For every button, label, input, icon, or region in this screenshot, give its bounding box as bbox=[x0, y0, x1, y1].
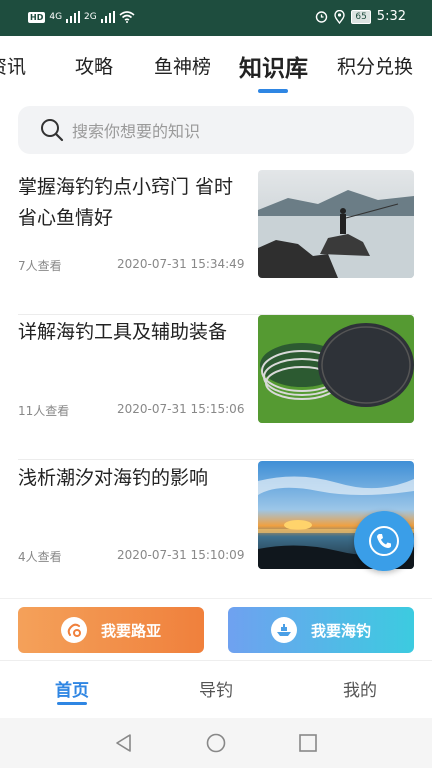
hd-badge: HD bbox=[28, 11, 46, 23]
article-thumbnail-fishing-gear bbox=[258, 315, 414, 423]
search-icon bbox=[41, 119, 64, 142]
system-nav-bar bbox=[0, 718, 432, 768]
action-bar: 我要路亚 我要海钓 bbox=[0, 598, 432, 660]
location-icon bbox=[334, 9, 346, 24]
article-thumbnail-coast-angler bbox=[258, 170, 414, 278]
article-item[interactable]: 掌握海钓钓点小窍门 省时省心鱼情好 7人查看 2020-07-31 15:34:… bbox=[0, 170, 432, 315]
bottom-nav: 首页 导钓 我的 bbox=[0, 660, 432, 718]
article-item[interactable]: 详解海钓工具及辅助装备 11人查看 2020-07-31 15:15:06 bbox=[0, 315, 432, 460]
network-label-2: 2G bbox=[84, 12, 97, 22]
tab-leaderboard[interactable]: 鱼神榜 bbox=[154, 52, 211, 79]
category-tabs: 资讯 攻略 鱼神榜 知识库 积分兑换 bbox=[0, 36, 432, 98]
sea-fishing-button[interactable]: 我要海钓 bbox=[228, 607, 414, 653]
signal-icon-2 bbox=[100, 11, 115, 23]
recent-apps-icon[interactable] bbox=[298, 733, 318, 753]
alarm-icon bbox=[316, 11, 328, 23]
search-placeholder: 搜索你想要的知识 bbox=[72, 122, 201, 141]
active-tab-indicator bbox=[258, 89, 288, 93]
wifi-icon bbox=[119, 11, 135, 23]
article-title: 掌握海钓钓点小窍门 省时省心鱼情好 bbox=[18, 176, 234, 229]
sea-fishing-label: 我要海钓 bbox=[310, 621, 371, 640]
tab-news[interactable]: 资讯 bbox=[0, 52, 26, 79]
lure-fishing-button[interactable]: 我要路亚 bbox=[18, 607, 204, 653]
phone-icon bbox=[369, 526, 399, 556]
clock: 5:32 bbox=[376, 9, 406, 24]
lure-fishing-label: 我要路亚 bbox=[100, 621, 161, 640]
article-views: 11人查看 bbox=[18, 404, 70, 418]
tab-guides[interactable]: 攻略 bbox=[75, 52, 113, 79]
article-title: 详解海钓工具及辅助装备 bbox=[18, 321, 228, 343]
back-icon[interactable] bbox=[114, 733, 134, 753]
article-views: 4人查看 bbox=[18, 550, 62, 564]
article-title: 浅析潮汐对海钓的影响 bbox=[18, 467, 209, 489]
nav-home[interactable]: 首页 bbox=[32, 676, 112, 701]
article-divider bbox=[18, 459, 414, 460]
article-time: 2020-07-31 15:10:09 bbox=[117, 548, 245, 562]
home-icon[interactable] bbox=[206, 733, 226, 753]
article-views: 7人查看 bbox=[18, 259, 62, 273]
article-time: 2020-07-31 15:34:49 bbox=[117, 257, 245, 271]
status-right: 65 5:32 bbox=[315, 9, 406, 24]
search-bar[interactable]: 搜索你想要的知识 bbox=[18, 106, 414, 154]
battery-indicator: 65 bbox=[351, 9, 371, 24]
nav-active-indicator bbox=[57, 702, 87, 705]
tab-points-exchange[interactable]: 积分兑换 bbox=[337, 52, 413, 79]
status-left: HD 4G 2G bbox=[28, 11, 135, 23]
signal-icon bbox=[66, 11, 81, 23]
nav-guide[interactable]: 导钓 bbox=[176, 676, 256, 701]
status-bar: HD 4G 2G 65 5:32 bbox=[0, 0, 432, 36]
network-label-1: 4G bbox=[49, 12, 63, 22]
tab-knowledge-base[interactable]: 知识库 bbox=[239, 49, 308, 83]
nav-mine[interactable]: 我的 bbox=[320, 676, 400, 701]
lure-hook-icon bbox=[60, 617, 87, 643]
contact-phone-button[interactable] bbox=[354, 511, 414, 571]
article-time: 2020-07-31 15:15:06 bbox=[117, 402, 245, 416]
boat-icon bbox=[270, 617, 297, 643]
